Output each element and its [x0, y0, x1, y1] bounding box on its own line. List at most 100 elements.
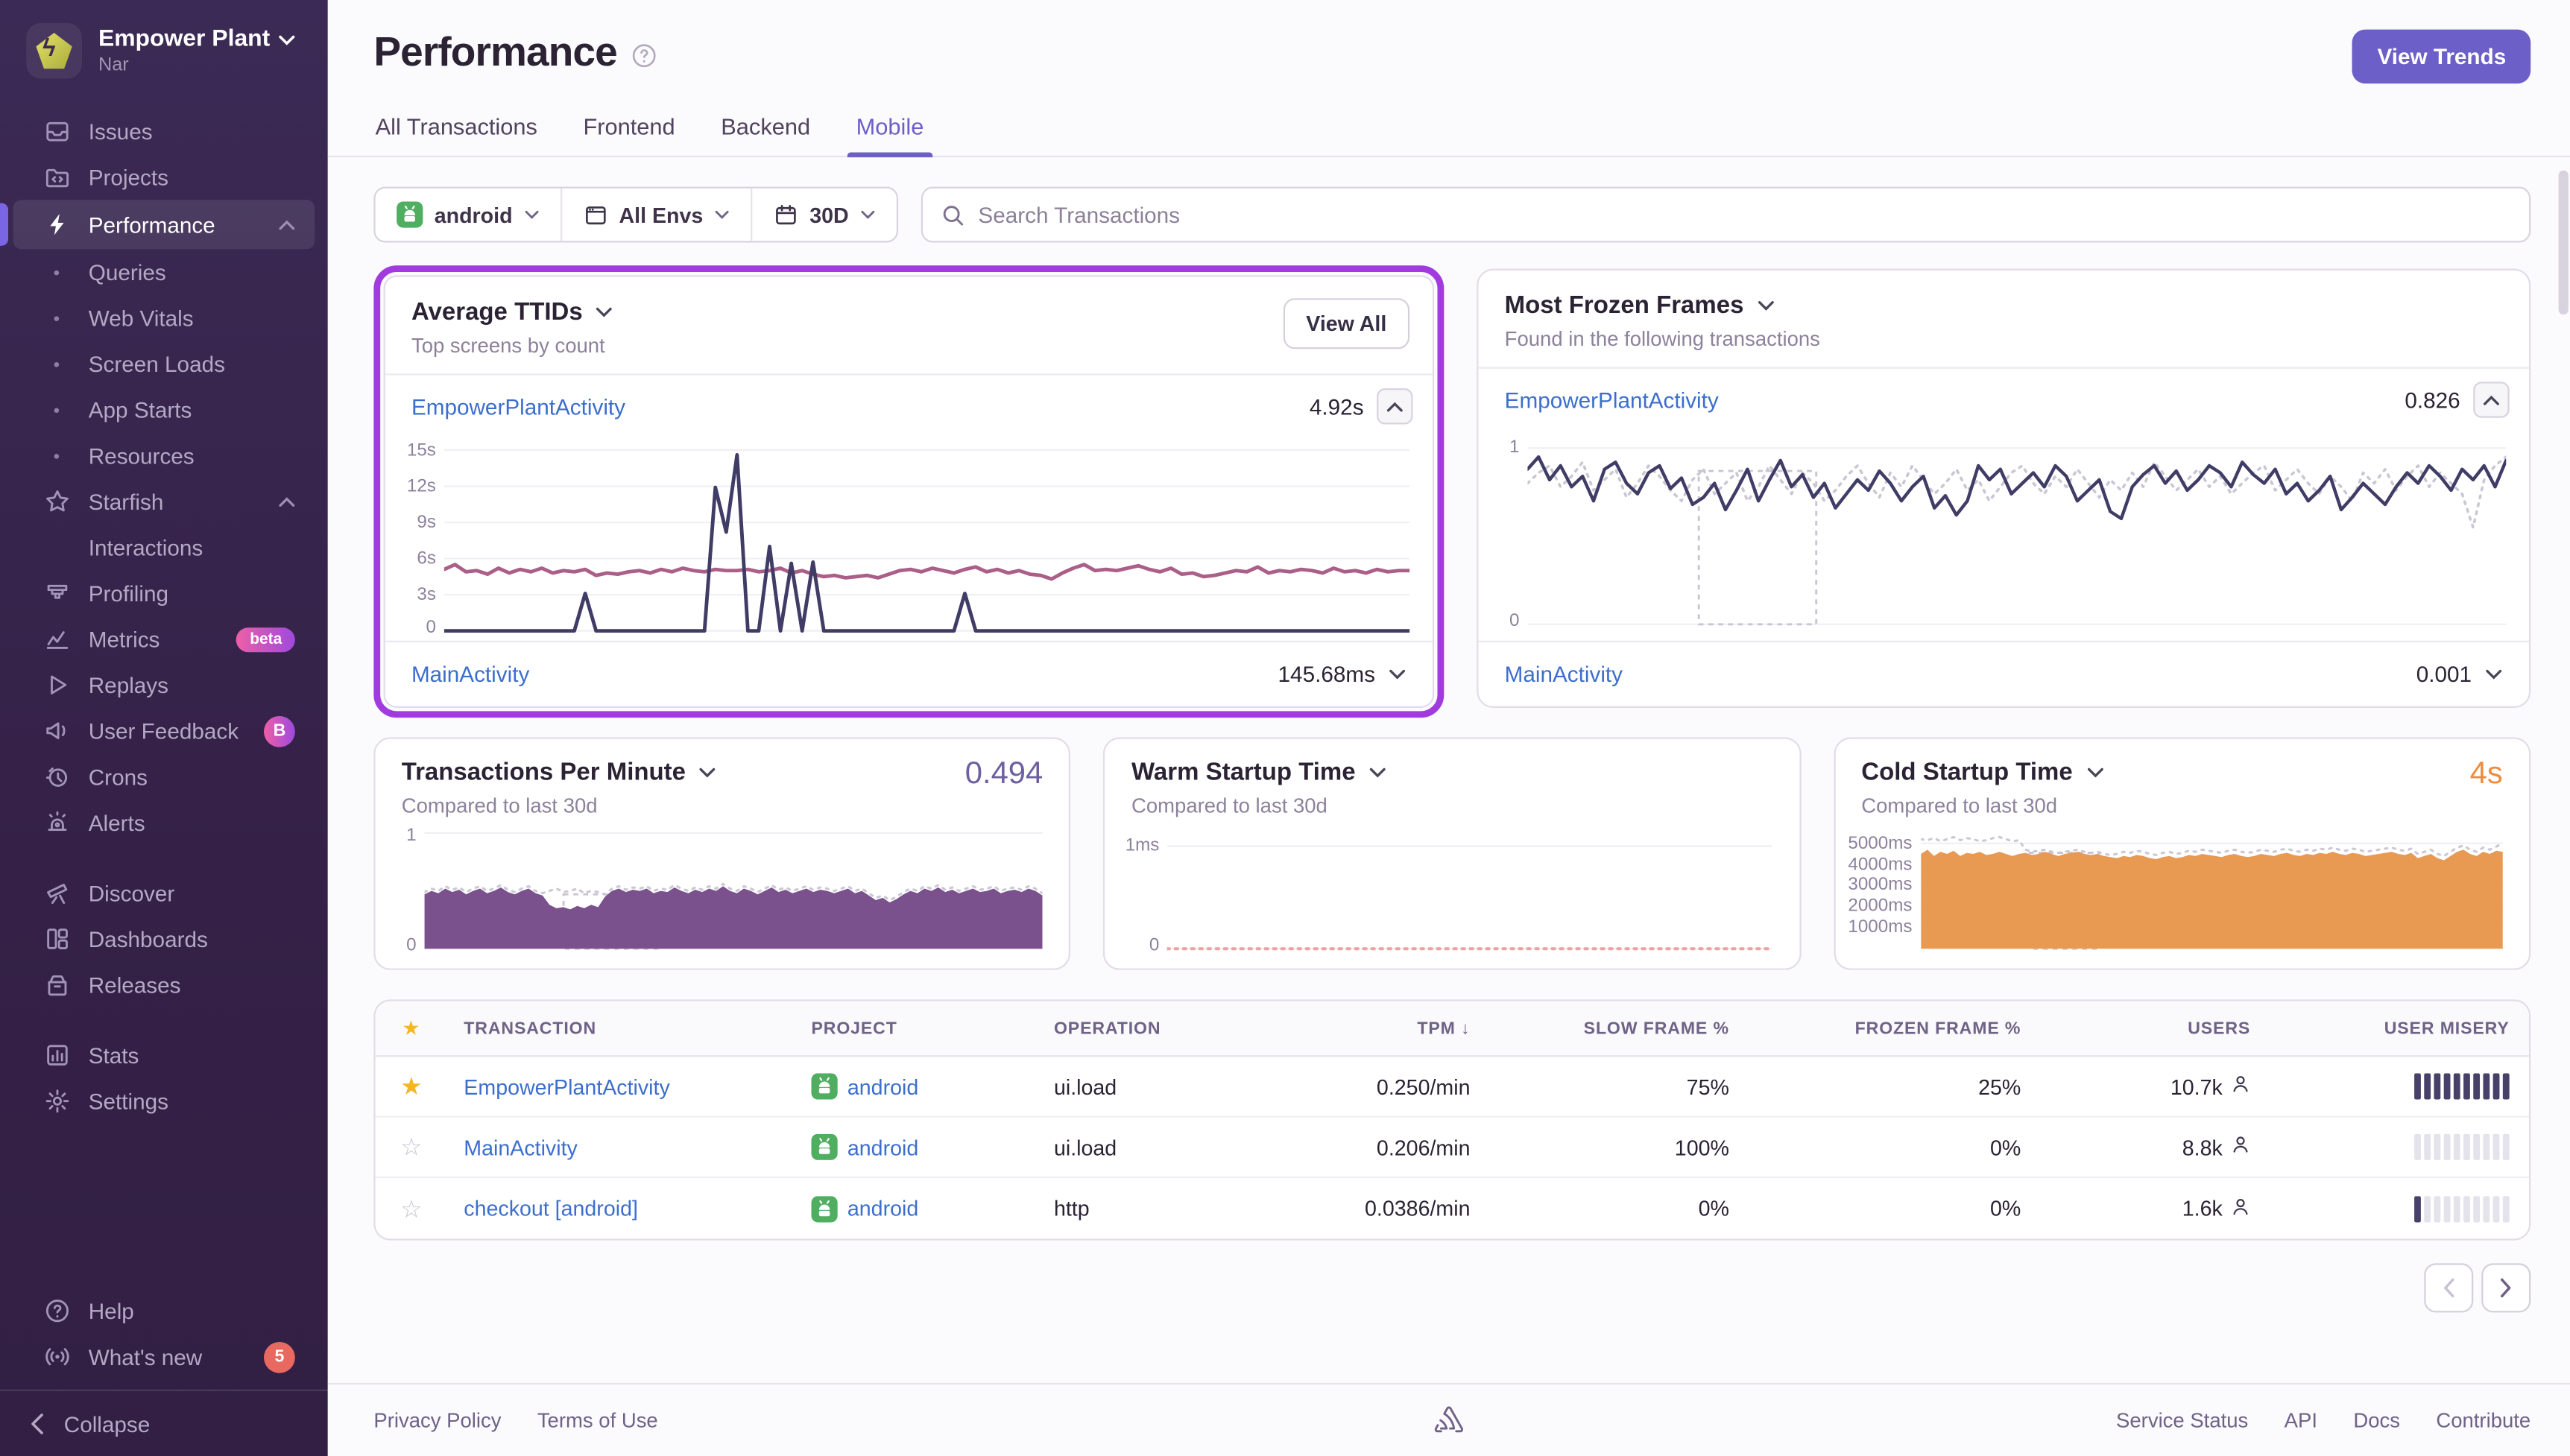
chevron-down-icon	[2486, 669, 2502, 680]
transaction-link[interactable]: MainActivity	[464, 1135, 578, 1159]
sidebar-item-releases[interactable]: Releases	[13, 962, 315, 1008]
user-misery-bars	[2283, 1195, 2510, 1222]
average-ttids-title-menu[interactable]: Average TTIDs	[411, 298, 1406, 326]
project-link[interactable]: android	[811, 1133, 1020, 1160]
sidebar-item-crons[interactable]: Crons	[13, 754, 315, 800]
column-header-frozen-frame-[interactable]: FROZEN FRAME %	[1746, 1019, 2037, 1038]
sidebar-item-label: Issues	[88, 118, 153, 144]
y-axis-tick-label: 0	[1509, 611, 1520, 631]
footer-link-privacy-policy[interactable]: Privacy Policy	[373, 1409, 501, 1432]
warm-startup-title-menu[interactable]: Warm Startup Time	[1131, 759, 1773, 787]
y-axis-tick-label: 1	[1509, 438, 1520, 458]
search-transactions-input[interactable]	[978, 202, 2511, 227]
tpm-subtitle: Compared to last 30d	[401, 794, 598, 818]
org-name: Empower Plant	[98, 26, 271, 53]
sentry-logo-icon	[1433, 1406, 1465, 1436]
footer-link-service-status[interactable]: Service Status	[2116, 1409, 2248, 1432]
column-header-user-misery[interactable]: USER MISERY	[2267, 1019, 2525, 1038]
bullet-icon	[42, 396, 70, 423]
expand-toggle-button[interactable]	[1389, 668, 1406, 680]
android-project-icon	[811, 1133, 838, 1160]
help-circle-icon[interactable]	[632, 42, 658, 69]
sidebar-item-issues[interactable]: Issues	[13, 108, 315, 154]
sidebar-item-screen-loads[interactable]: Screen Loads	[13, 341, 315, 387]
transaction-link[interactable]: EmpowerPlantActivity	[411, 394, 625, 419]
sidebar-item-discover[interactable]: Discover	[13, 870, 315, 917]
sidebar-item-settings[interactable]: Settings	[13, 1078, 315, 1124]
sidebar-item-label: Screen Loads	[88, 351, 225, 376]
sidebar-item-help[interactable]: Help	[13, 1288, 315, 1334]
sidebar-item-metrics[interactable]: Metrics beta	[13, 616, 315, 662]
scrollbar-thumb[interactable]	[2558, 170, 2569, 315]
column-header-project[interactable]: PROJECT	[795, 1019, 1038, 1038]
footer-link-api[interactable]: API	[2285, 1409, 2317, 1432]
star-column-header-icon[interactable]: ★	[376, 1019, 448, 1038]
column-header-users[interactable]: USERS	[2037, 1019, 2267, 1038]
next-page-button[interactable]	[2481, 1263, 2531, 1313]
transaction-link[interactable]: MainActivity	[1505, 662, 1623, 686]
most-frozen-frames-title-menu[interactable]: Most Frozen Frames	[1505, 291, 2503, 320]
view-trends-button[interactable]: View Trends	[2352, 29, 2531, 84]
cold-startup-time-card: Cold Startup Time Compared to last 30d 4…	[1833, 737, 2531, 970]
sidebar-item-dashboards[interactable]: Dashboards	[13, 916, 315, 962]
sidebar-collapse-button[interactable]: Collapse	[0, 1389, 328, 1456]
expand-toggle-button[interactable]	[2485, 668, 2503, 680]
environment-filter[interactable]: All Envs	[560, 188, 751, 241]
tab-frontend[interactable]: Frontend	[581, 104, 677, 156]
date-range-filter[interactable]: 30D	[751, 188, 896, 241]
sidebar-item-replays[interactable]: Replays	[13, 662, 315, 708]
transaction-link[interactable]: checkout [android]	[464, 1196, 638, 1221]
collapse-toggle-button[interactable]	[2473, 382, 2510, 418]
sidebar-item-app-starts[interactable]: App Starts	[13, 387, 315, 433]
transaction-link[interactable]: MainActivity	[411, 662, 529, 686]
column-header-transaction[interactable]: TRANSACTION	[447, 1019, 795, 1038]
project-filter[interactable]: android	[376, 189, 561, 241]
bullet-icon	[42, 258, 70, 285]
sidebar-item-alerts[interactable]: Alerts	[13, 800, 315, 846]
sidebar-item-projects[interactable]: Projects	[13, 154, 315, 200]
footer-link-contribute[interactable]: Contribute	[2436, 1409, 2530, 1432]
main-content: Performance View Trends All Transactions…	[327, 0, 2570, 1456]
sidebar-item-resources[interactable]: Resources	[13, 433, 315, 479]
star-toggle[interactable]: ☆	[376, 1194, 448, 1223]
most-frozen-frames-subtitle: Found in the following transactions	[1504, 327, 1820, 351]
chevron-down-icon	[700, 767, 716, 778]
sidebar-item-user-feedback[interactable]: User Feedback B	[13, 708, 315, 754]
cold-startup-title-menu[interactable]: Cold Startup Time	[1861, 759, 2503, 787]
tab-mobile[interactable]: Mobile	[847, 104, 932, 158]
sidebar-item-label: Dashboards	[88, 926, 208, 952]
view-all-button[interactable]: View All	[1283, 298, 1410, 349]
transaction-link[interactable]: EmpowerPlantActivity	[464, 1074, 669, 1098]
column-header-tpm[interactable]: TPM ↓	[1270, 1019, 1486, 1038]
footer-link-docs[interactable]: Docs	[2353, 1409, 2400, 1432]
sidebar-item-web-vitals[interactable]: Web Vitals	[13, 295, 315, 341]
dashboards-icon	[42, 925, 70, 952]
sidebar-item-whats-new[interactable]: What's new 5	[13, 1334, 315, 1380]
collapse-toggle-button[interactable]	[1377, 388, 1413, 425]
org-switcher[interactable]: ϟ Empower Plant Nar	[0, 0, 328, 95]
column-header-operation[interactable]: OPERATION	[1038, 1019, 1270, 1038]
tab-backend[interactable]: Backend	[719, 104, 812, 156]
sidebar-item-interactions[interactable]: Interactions	[13, 525, 315, 571]
sidebar-item-stats[interactable]: Stats	[13, 1032, 315, 1078]
star-toggle[interactable]: ☆	[376, 1132, 448, 1162]
previous-page-button[interactable]	[2424, 1263, 2474, 1313]
sidebar-badge: 5	[264, 1341, 295, 1373]
transaction-value: 0.826	[2405, 387, 2460, 413]
transaction-link[interactable]: EmpowerPlantActivity	[1505, 387, 1719, 412]
sidebar: ϟ Empower Plant Nar Issues Projects Perfor…	[0, 0, 328, 1456]
frozen-frame-cell: 25%	[1978, 1074, 2021, 1099]
sidebar-item-profiling[interactable]: Profiling	[13, 570, 315, 616]
sidebar-item-queries[interactable]: Queries	[13, 249, 315, 295]
collapse-label: Collapse	[63, 1411, 151, 1437]
sidebar-item-label: Settings	[88, 1089, 169, 1114]
column-header-slow-frame-[interactable]: SLOW FRAME %	[1486, 1019, 1745, 1038]
sidebar-item-starfish[interactable]: Starfish	[13, 478, 315, 525]
star-toggle[interactable]: ★	[376, 1072, 448, 1101]
project-link[interactable]: android	[811, 1195, 1020, 1222]
tab-all-transactions[interactable]: All Transactions	[373, 104, 539, 156]
project-link[interactable]: android	[811, 1073, 1020, 1100]
sidebar-item-performance[interactable]: Performance	[0, 200, 315, 250]
footer-link-terms-of-use[interactable]: Terms of Use	[537, 1409, 658, 1432]
tpm-title-menu[interactable]: Transactions Per Minute	[402, 759, 1044, 787]
